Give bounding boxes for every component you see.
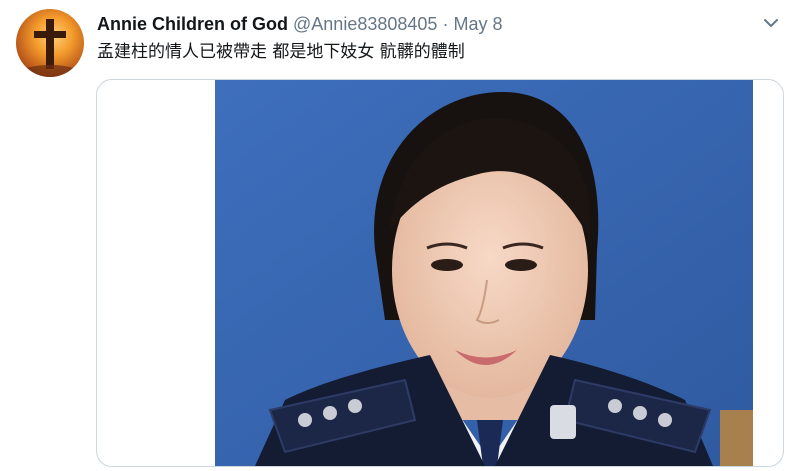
tweet-header: Annie Children of God @Annie83808405 · M… — [97, 12, 766, 36]
media-card[interactable] — [96, 79, 784, 467]
portrait-image — [215, 80, 753, 466]
avatar[interactable] — [16, 9, 84, 77]
user-handle[interactable]: @Annie83808405 — [293, 14, 437, 34]
separator-dot: · — [442, 14, 449, 34]
tweet-date[interactable]: May 8 — [453, 14, 502, 34]
cross-icon — [20, 19, 80, 77]
chevron-down-icon[interactable] — [762, 14, 780, 32]
display-name[interactable]: Annie Children of God — [97, 14, 288, 34]
tweet-text: 孟建柱的情人已被帶走 都是地下妓女 骯髒的體制 — [97, 42, 465, 62]
tweet-photo[interactable] — [215, 80, 753, 466]
